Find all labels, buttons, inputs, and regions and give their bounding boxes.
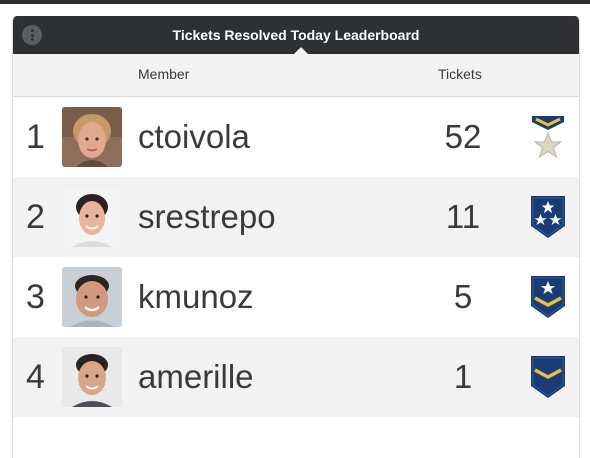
rank-number: 1 <box>26 118 45 156</box>
ticket-count: 1 <box>453 358 473 395</box>
member-name[interactable]: ctoivola <box>138 97 250 177</box>
header-pointer <box>294 47 308 54</box>
avatar <box>62 347 122 407</box>
member-name[interactable]: srestrepo <box>138 177 276 257</box>
leaderboard-widget: Tickets Resolved Today Leaderboard Membe… <box>12 16 580 458</box>
column-header-tickets: Tickets <box>438 66 482 82</box>
column-header-row: Member Tickets <box>13 54 579 97</box>
shield-chevron-icon <box>528 354 568 400</box>
page-top-strip <box>0 0 590 16</box>
leaderboard-row: 1 ctoivola 52 <box>13 97 579 177</box>
ticket-count: 52 <box>444 118 482 155</box>
top-dark-bar <box>0 0 590 4</box>
avatar <box>62 187 122 247</box>
medal-star-icon <box>528 114 568 160</box>
leaderboard-row: 3 kmunoz 5 <box>13 257 579 337</box>
widget-header: Tickets Resolved Today Leaderboard <box>13 16 579 54</box>
member-name[interactable]: kmunoz <box>138 257 254 337</box>
ticket-count: 5 <box>453 278 473 315</box>
avatar <box>62 107 122 167</box>
rank-number: 4 <box>26 358 45 396</box>
rank-number: 3 <box>26 278 45 316</box>
member-name[interactable]: amerille <box>138 337 254 417</box>
ticket-count: 11 <box>445 198 481 235</box>
leaderboard-row: 2 srestrepo 11 <box>13 177 579 257</box>
rank-number: 2 <box>26 198 45 236</box>
column-header-member: Member <box>138 66 190 82</box>
shield-star-chevron-icon <box>528 274 568 320</box>
shield-two-stars-icon <box>528 194 568 240</box>
avatar <box>62 267 122 327</box>
leaderboard-row: 4 amerille 1 <box>13 337 579 417</box>
